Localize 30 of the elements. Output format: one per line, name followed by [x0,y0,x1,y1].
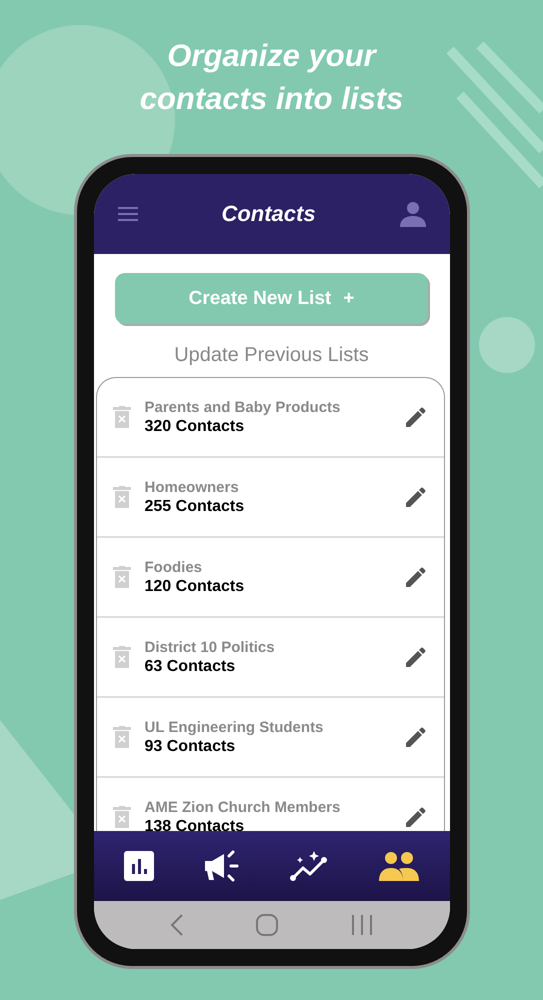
list-name: Homeowners [144,478,240,496]
pencil-icon[interactable] [406,407,426,427]
pencil-icon[interactable] [406,647,426,667]
contact-count: 255 Contacts [144,498,246,516]
list-name: Parents and Baby Products [144,398,342,416]
list-name: Foodies [144,558,204,576]
pencil-icon[interactable] [406,567,426,587]
pencil-icon[interactable] [406,727,426,747]
contact-count: 138 Contacts [144,818,246,831]
list-name: UL Engineering Students [144,718,324,736]
list-name: District 10 Politics [144,638,276,656]
menu-icon[interactable] [118,207,138,221]
recents-icon[interactable] [350,914,374,936]
contact-count: 120 Contacts [144,578,246,596]
home-icon[interactable] [256,914,278,936]
screen-title: Contacts [221,201,316,227]
list-name: AME Zion Church Members [144,798,342,816]
contact-count: 93 Contacts [144,738,236,756]
stats-tab[interactable] [123,850,156,882]
contacts-tab[interactable] [378,851,420,881]
section-heading: Update Previous Lists [174,344,369,367]
decor-circle [479,317,535,373]
create-list-button[interactable]: Create New List + [115,273,428,324]
headline: Organize your contacts into lists [138,37,404,118]
person-icon[interactable] [400,201,426,227]
pencil-icon[interactable] [406,487,426,507]
back-icon[interactable] [170,913,184,937]
pencil-icon[interactable] [406,807,426,827]
contact-count: 320 Contacts [144,418,246,436]
contact-count: 63 Contacts [144,658,236,676]
